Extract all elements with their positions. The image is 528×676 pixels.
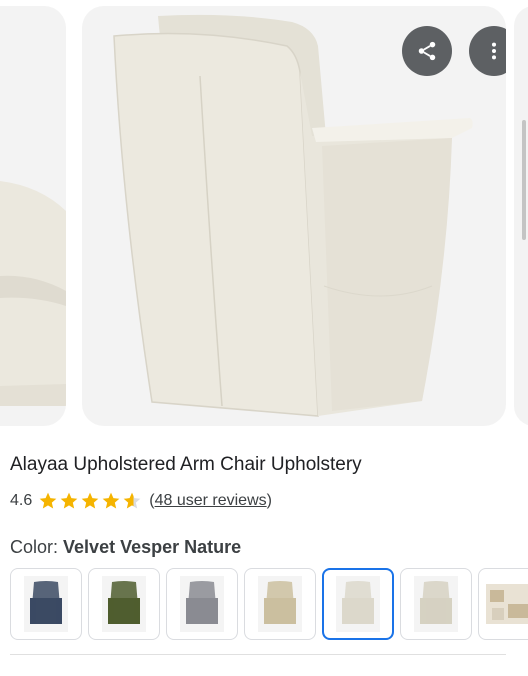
star-rating xyxy=(38,491,143,511)
color-swatch-navy[interactable] xyxy=(10,568,82,640)
color-swatches xyxy=(10,568,528,640)
color-swatch-beige[interactable] xyxy=(244,568,316,640)
star-icon xyxy=(81,492,99,509)
star-icon xyxy=(102,492,120,509)
star-icon xyxy=(123,492,141,509)
share-button[interactable] xyxy=(402,26,452,76)
room-thumbnail xyxy=(486,584,528,624)
chair-thumbnail xyxy=(336,576,380,632)
color-swatch-room[interactable] xyxy=(478,568,528,640)
rating-value: 4.6 xyxy=(10,492,33,509)
color-value: Velvet Vesper Nature xyxy=(63,537,242,557)
divider xyxy=(10,654,506,655)
chair-thumbnail xyxy=(24,576,68,632)
color-swatch-gray[interactable] xyxy=(166,568,238,640)
chair-image-partial xyxy=(0,181,66,406)
color-swatch-cream[interactable] xyxy=(322,568,394,640)
color-swatch-light-beige[interactable] xyxy=(400,568,472,640)
image-gallery[interactable] xyxy=(0,0,528,440)
color-swatch-green[interactable] xyxy=(88,568,160,640)
chair-thumbnail xyxy=(258,576,302,632)
star-icon xyxy=(39,492,57,509)
product-title: Alayaa Upholstered Arm Chair Upholstery xyxy=(10,454,362,475)
reviews-count[interactable]: 48 user reviews xyxy=(155,492,267,509)
color-label: Color: xyxy=(10,537,59,557)
chair-thumbnail xyxy=(180,576,224,632)
reviews-link[interactable]: (48 user reviews) xyxy=(149,492,272,510)
share-icon xyxy=(418,41,436,61)
chair-thumbnail xyxy=(414,576,458,632)
color-selection: Color: Velvet Vesper Nature xyxy=(10,537,241,558)
chair-thumbnail xyxy=(102,576,146,632)
more-vert-icon xyxy=(491,42,497,60)
main-product-image[interactable] xyxy=(82,6,506,426)
rating-row: 4.6 (48 user reviews) xyxy=(10,490,272,512)
scrollbar[interactable] xyxy=(522,120,526,240)
star-icon xyxy=(60,492,78,509)
previous-image[interactable] xyxy=(0,6,66,426)
